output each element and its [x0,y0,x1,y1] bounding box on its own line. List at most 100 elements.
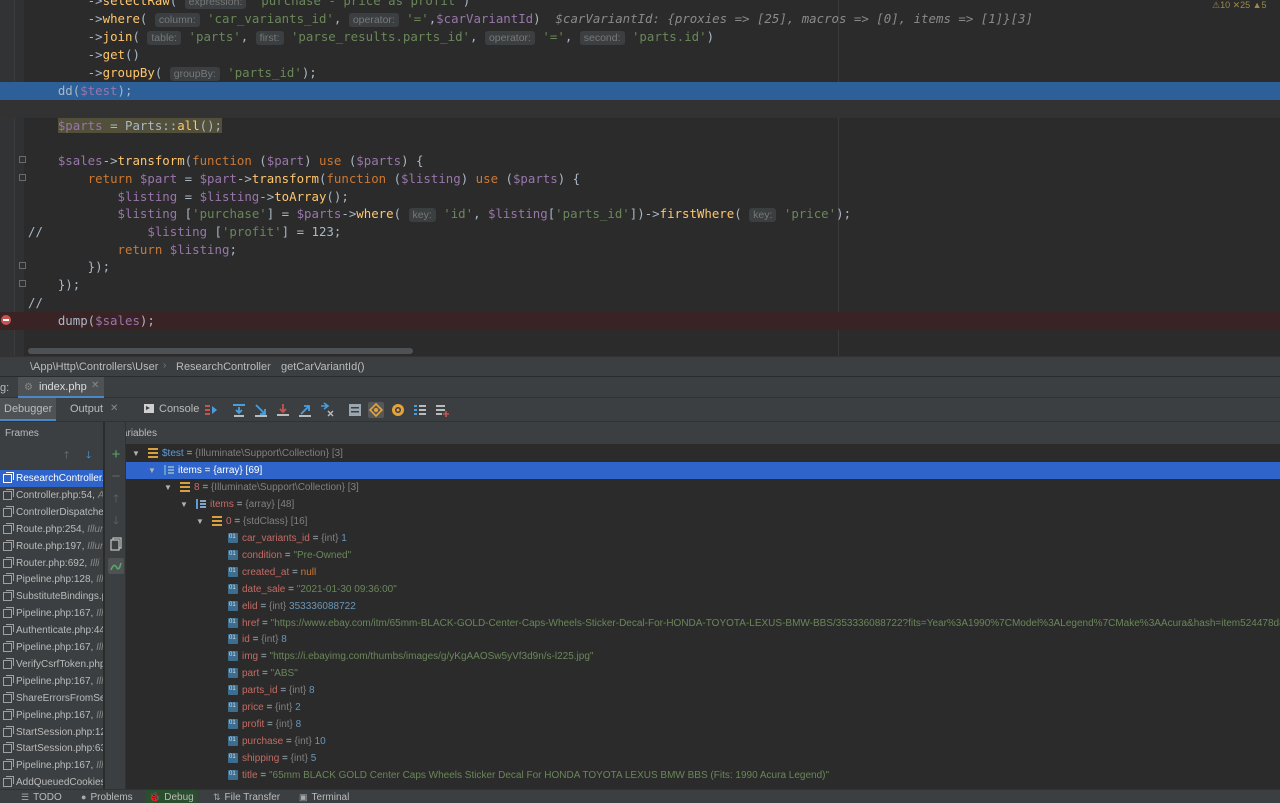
frame-item[interactable]: AddQueuedCookies [0,774,103,789]
code-line[interactable]: ->where( column: 'car_variants_id', oper… [0,10,1280,28]
code-line[interactable]: ->get() [0,46,1280,64]
fold-marker-icon[interactable] [19,174,26,181]
variable-row[interactable]: ▼ $test = {Illuminate\Support\Collection}… [126,445,1280,462]
code-line[interactable]: $parts = Parts::all(); [0,117,1280,135]
close-icon[interactable]: ✕ [110,403,118,414]
step-out-icon[interactable] [297,402,313,418]
breakpoint-icon[interactable] [1,315,11,325]
horizontal-scrollbar[interactable] [28,348,413,354]
arrow-down-icon[interactable]: 🡓 [86,448,91,465]
toolbar-button-file-transfer[interactable]: ⇅ File Transfer [210,790,283,803]
fold-marker-icon[interactable] [19,262,26,269]
toolbar-button-debug[interactable]: 🐞 Debug [146,790,197,803]
show-values-inline-icon[interactable] [108,558,124,574]
frame-item[interactable]: Pipeline.php:167, Illi [0,707,103,724]
code-line[interactable]: ->selectRaw( expression: 'purchase - pri… [0,0,1280,10]
inspection-badge[interactable]: ⚠10 ✕25 ▲5 [1212,0,1267,10]
frame-item[interactable]: StartSession.php:63, [0,740,103,757]
expand-arrow-icon[interactable]: ▼ [196,513,204,530]
breadcrumb-class[interactable]: ResearchController [176,361,271,373]
expand-arrow-icon[interactable]: ▼ [132,445,140,462]
variable-row[interactable]: car_variants_id = {int} 1 [126,529,1280,547]
tab-index-php[interactable]: ⚙ index.php ✕ [18,377,104,398]
variable-row[interactable]: ▼ 0 = {stdClass} [16] [126,513,1280,530]
breadcrumb-method[interactable]: getCarVariantId() [281,361,365,373]
breakpoint-line[interactable]: dump($sales); [0,312,1280,330]
show-execution-point-icon[interactable] [203,402,219,418]
variable-row[interactable]: href = "https://www.ebay.com/itm/65mm-BL… [126,614,1280,632]
remove-watch-icon[interactable]: − [108,469,124,486]
tab-console[interactable]: Console [140,398,203,421]
break-on-first-line-icon[interactable] [368,402,384,418]
code-line[interactable] [0,100,1280,118]
force-step-into-icon[interactable] [275,402,291,418]
move-up-icon[interactable]: 🡑 [108,492,124,508]
frame-item[interactable]: SubstituteBindings.p [0,588,103,605]
expand-arrow-icon[interactable]: ▼ [148,462,156,479]
code-line[interactable]: // [0,294,1280,312]
variables-panel[interactable]: Variables ▼ $test = {Illuminate\Support\C… [126,422,1280,789]
tab-output[interactable]: Output [66,398,107,421]
variable-row[interactable]: img = "https://i.ebayimg.com/thumbs/imag… [126,647,1280,665]
variable-row[interactable]: purchase = {int} 10 [126,732,1280,750]
code-line[interactable]: }); [0,276,1280,294]
variable-row[interactable]: ▼ items = {array} [69] [126,461,1280,479]
frame-item[interactable]: Controller.php:54, A [0,487,103,504]
code-line[interactable]: $sales->transform(function ($part) use (… [0,152,1280,170]
execution-line[interactable]: dd($test); [0,82,1280,100]
variable-row[interactable]: part = "ABS" [126,664,1280,682]
step-into-icon[interactable] [253,402,269,418]
fold-marker-icon[interactable] [19,280,26,287]
frame-item[interactable]: Pipeline.php:167, Illi [0,605,103,622]
code-line[interactable]: ->join( table: 'parts', first: 'parse_re… [0,28,1280,46]
frame-item[interactable]: Router.php:692, Illi [0,555,103,572]
listen-debug-connections-icon[interactable] [390,402,406,418]
variable-row[interactable]: title = "65mm BLACK GOLD Center Caps Whe… [126,766,1280,784]
code-line[interactable]: $listing = $listing->toArray(); [0,188,1280,206]
variable-row[interactable]: price = {int} 2 [126,698,1280,716]
variable-row[interactable]: profit = {int} 8 [126,715,1280,733]
fold-marker-icon[interactable] [19,156,26,163]
toolbar-button-terminal[interactable]: ▣ Terminal [296,790,352,803]
code-line[interactable] [0,135,1280,153]
variable-row[interactable]: elid = {int} 353336088722 [126,597,1280,615]
frame-item[interactable]: Pipeline.php:167, Illi [0,639,103,656]
code-editor[interactable]: ->selectRaw( expression: 'purchase - pri… [0,0,1280,356]
code-line[interactable]: return $listing; [0,241,1280,259]
variable-row[interactable]: created_at = null [126,563,1280,581]
frame-item[interactable]: ResearchController. [0,470,103,487]
move-down-icon[interactable]: 🡓 [108,514,124,530]
copy-icon[interactable] [108,536,124,552]
add-watch-plus-icon[interactable]: + [108,447,124,464]
variable-row[interactable]: condition = "Pre-Owned" [126,546,1280,564]
arrow-up-icon[interactable]: 🡑 [64,448,69,465]
frame-item[interactable]: Authenticate.php:44 [0,622,103,639]
variable-row[interactable]: ▼ 8 = {Illuminate\Support\Collection} [3] [126,479,1280,496]
code-line[interactable]: }); [0,258,1280,276]
frame-item[interactable]: Route.php:254, Illum [0,521,103,538]
step-over-icon[interactable] [231,402,247,418]
variable-row[interactable]: parts_id = {int} 8 [126,681,1280,699]
frame-item[interactable]: StartSession.php:12 [0,724,103,741]
frame-item[interactable]: Pipeline.php:128, Ill [0,571,103,588]
code-line[interactable]: // $listing ['profit'] = 123; [0,223,1280,241]
frame-item[interactable]: Pipeline.php:167, Illi [0,673,103,690]
close-icon[interactable]: ✕ [91,380,99,391]
toolbar-button-problems[interactable]: ● Problems [78,790,136,803]
frame-item[interactable]: ControllerDispatche [0,504,103,521]
variable-row[interactable]: id = {int} 8 [126,630,1280,648]
code-line[interactable]: ->groupBy( groupBy: 'parts_id'); [0,64,1280,82]
evaluate-expression-icon[interactable] [347,402,363,418]
frame-item[interactable]: Route.php:197, Illum [0,538,103,555]
frame-item[interactable]: ShareErrorsFromSes [0,690,103,707]
variable-row[interactable]: date_sale = "2021-01-30 09:36:00" [126,580,1280,598]
run-to-cursor-icon[interactable] [319,402,335,418]
expand-arrow-icon[interactable]: ▼ [180,496,188,513]
variable-row[interactable]: shipping = {int} 5 [126,749,1280,767]
frames-panel[interactable]: Frames 🡑 🡓 ResearchController. Controller… [0,422,104,789]
code-line[interactable]: $listing ['purchase'] = $parts->where( k… [0,205,1280,223]
frames-list-icon[interactable] [412,402,428,418]
tab-debugger[interactable]: Debugger [0,398,56,421]
frame-item[interactable]: Pipeline.php:167, Illi [0,757,103,774]
toolbar-button-todo[interactable]: ☰ TODO [18,790,65,803]
